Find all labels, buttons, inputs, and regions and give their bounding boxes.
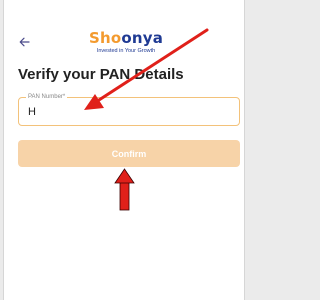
logo-tagline: Invested in Your Growth — [96, 48, 156, 54]
logo-wordmark-part2: onya — [121, 29, 164, 47]
back-button[interactable] — [14, 32, 34, 52]
logo-wordmark-part1: Sho — [88, 29, 122, 47]
pan-number-input[interactable] — [28, 105, 228, 119]
shoonya-logo: Shoonya Invested in Your Growth — [86, 29, 166, 54]
logo-wordmark: Shoonya — [86, 29, 166, 47]
confirm-button[interactable]: Confirm — [18, 140, 240, 167]
app-screen: Shoonya Invested in Your Growth Verify y… — [3, 0, 245, 300]
pan-number-label: PAN Number* — [26, 93, 68, 101]
page-title: Verify your PAN Details — [18, 66, 184, 83]
arrow-left-icon — [19, 37, 30, 47]
pan-number-field[interactable]: PAN Number* — [18, 93, 240, 126]
